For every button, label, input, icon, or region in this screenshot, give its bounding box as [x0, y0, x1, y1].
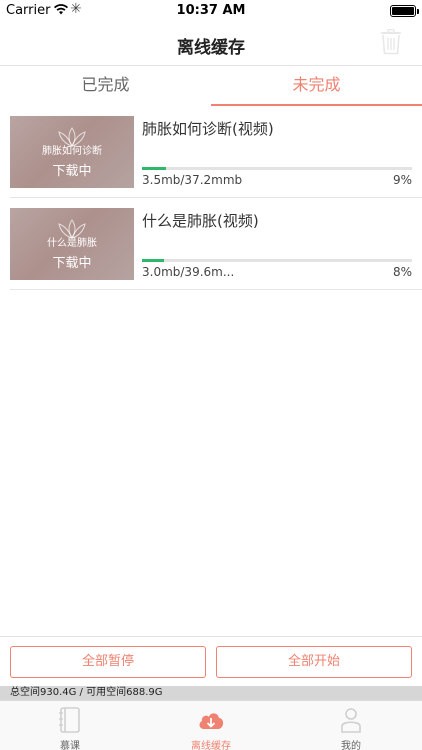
video-title: 肺胀如何诊断(视频) [142, 120, 274, 138]
storage-info: 总空间930.4G / 可用空间688.9G [0, 686, 422, 700]
action-bar: 全部暂停 全部开始 [0, 636, 422, 686]
video-thumbnail: 肺胀如何诊断 下载中 [10, 116, 134, 188]
download-progress [142, 259, 412, 262]
thumbnail-caption: 什么是肺胀 [47, 238, 97, 249]
download-progress-fill [142, 259, 164, 262]
download-progress-fill [142, 167, 167, 170]
tab-completed[interactable]: 已完成 [0, 66, 211, 106]
pause-all-button[interactable]: 全部暂停 [10, 646, 206, 678]
person-icon [341, 708, 361, 733]
download-percent: 8% [392, 265, 412, 279]
tab-incomplete[interactable]: 未完成 [211, 66, 422, 106]
download-icon [199, 713, 224, 729]
thumbnail-caption: 肺胀如何诊断 [42, 146, 102, 157]
download-status: 下载中 [52, 164, 92, 179]
download-percent: 9% [392, 173, 412, 187]
tabbar-item-mine[interactable]: 我的 [281, 701, 421, 750]
tabbar-label: 离线缓存 [191, 741, 231, 750]
status-time: 10:37 AM [176, 3, 246, 18]
book-icon [59, 707, 80, 733]
download-item[interactable]: 什么是肺胀 下载中 什么是肺胀(视频) 3.0mb/39.6m... 8% [10, 198, 422, 290]
download-size: 3.0mb/39.6m... [142, 265, 235, 279]
tabbar-item-offline-cache[interactable]: 离线缓存 [141, 701, 281, 750]
status-bar: Carrier ✳ 10:37 AM [0, 0, 422, 22]
tab-bar: 慕课 离线缓存 我的 [0, 700, 422, 750]
tabbar-item-courses[interactable]: 慕课 [0, 701, 140, 750]
battery-icon [390, 5, 419, 17]
tabbar-label: 慕课 [60, 741, 80, 750]
page-title: 离线缓存 [177, 38, 245, 58]
download-list: 肺胀如何诊断 下载中 肺胀如何诊断(视频) 3.5mb/37.2mmb 9% 什… [0, 106, 422, 290]
download-progress [142, 167, 412, 170]
download-status: 下载中 [52, 256, 92, 271]
download-size: 3.5mb/37.2mmb [142, 173, 243, 187]
video-title: 什么是肺胀(视频) [142, 212, 259, 230]
video-thumbnail: 什么是肺胀 下载中 [10, 208, 134, 280]
trash-icon[interactable] [380, 29, 402, 55]
segment-tabs: 已完成 未完成 [0, 66, 422, 106]
tabbar-label: 我的 [341, 741, 361, 750]
download-item[interactable]: 肺胀如何诊断 下载中 肺胀如何诊断(视频) 3.5mb/37.2mmb 9% [10, 106, 422, 198]
nav-bar: 离线缓存 [0, 22, 422, 66]
start-all-button[interactable]: 全部开始 [216, 646, 412, 678]
